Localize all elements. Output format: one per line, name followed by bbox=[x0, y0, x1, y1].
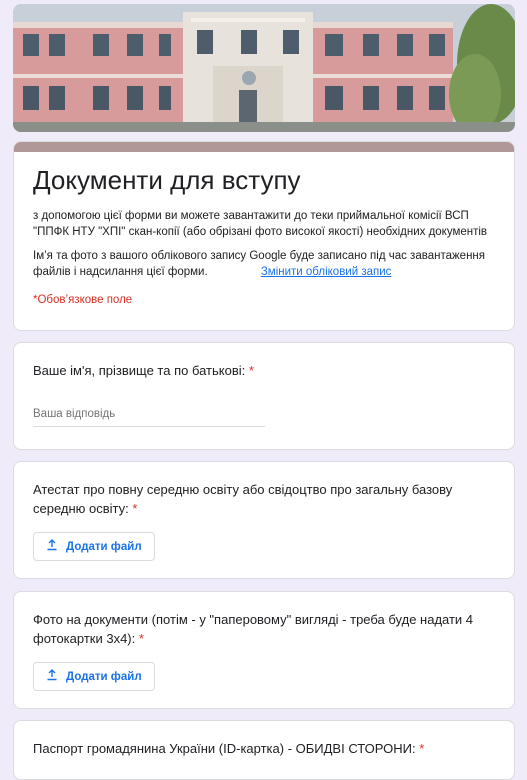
question-card-passport: Паспорт громадянина України (ID-картка) … bbox=[13, 720, 515, 780]
account-note-text: Ім’я та фото з вашого облікового запису … bbox=[33, 249, 486, 278]
required-asterisk: * bbox=[419, 741, 425, 756]
required-asterisk: * bbox=[138, 631, 144, 646]
add-file-label: Додати файл bbox=[66, 670, 142, 683]
required-field-note: *Обов’язкове поле bbox=[33, 293, 133, 306]
required-asterisk: * bbox=[248, 363, 254, 378]
switch-account-link[interactable]: Змінити обліковий запис bbox=[261, 266, 392, 278]
header-banner-image bbox=[13, 4, 515, 132]
required-asterisk: * bbox=[132, 501, 138, 516]
add-file-button[interactable]: Додати файл bbox=[33, 662, 155, 691]
upload-icon bbox=[46, 539, 58, 554]
question-card-name: Ваше ім'я, прізвище та по батькові: * bbox=[13, 342, 515, 450]
question-title: Атестат про повну середню освіту або сві… bbox=[33, 480, 495, 518]
question-card-certificate: Атестат про повну середню освіту або сві… bbox=[13, 461, 515, 579]
add-file-button[interactable]: Додати файл bbox=[33, 532, 155, 561]
question-title: Ваше ім'я, прізвище та по батькові: * bbox=[33, 361, 495, 380]
header-accent-bar bbox=[14, 142, 514, 152]
question-title: Паспорт громадянина України (ID-картка) … bbox=[33, 739, 495, 758]
name-answer-input[interactable] bbox=[33, 404, 265, 427]
form-header-card: Документи для вступу з допомогою цієї фо… bbox=[13, 141, 515, 331]
question-title: Фото на документи (потім - у "паперовому… bbox=[33, 610, 495, 648]
form-description: з допомогою цієї форми ви можете заванта… bbox=[33, 209, 488, 238]
question-text: Паспорт громадянина України (ID-картка) … bbox=[33, 741, 416, 756]
form-title: Документи для вступу bbox=[33, 165, 301, 195]
question-text: Ваше ім'я, прізвище та по батькові: bbox=[33, 363, 246, 378]
upload-icon bbox=[46, 669, 58, 684]
question-card-photo: Фото на документи (потім - у "паперовому… bbox=[13, 591, 515, 709]
building-photo bbox=[13, 4, 515, 132]
account-note: Ім’я та фото з вашого облікового запису … bbox=[33, 248, 494, 280]
add-file-label: Додати файл bbox=[66, 540, 142, 553]
question-text: Фото на документи (потім - у "паперовому… bbox=[33, 612, 474, 646]
question-text: Атестат про повну середню освіту або сві… bbox=[33, 482, 453, 516]
